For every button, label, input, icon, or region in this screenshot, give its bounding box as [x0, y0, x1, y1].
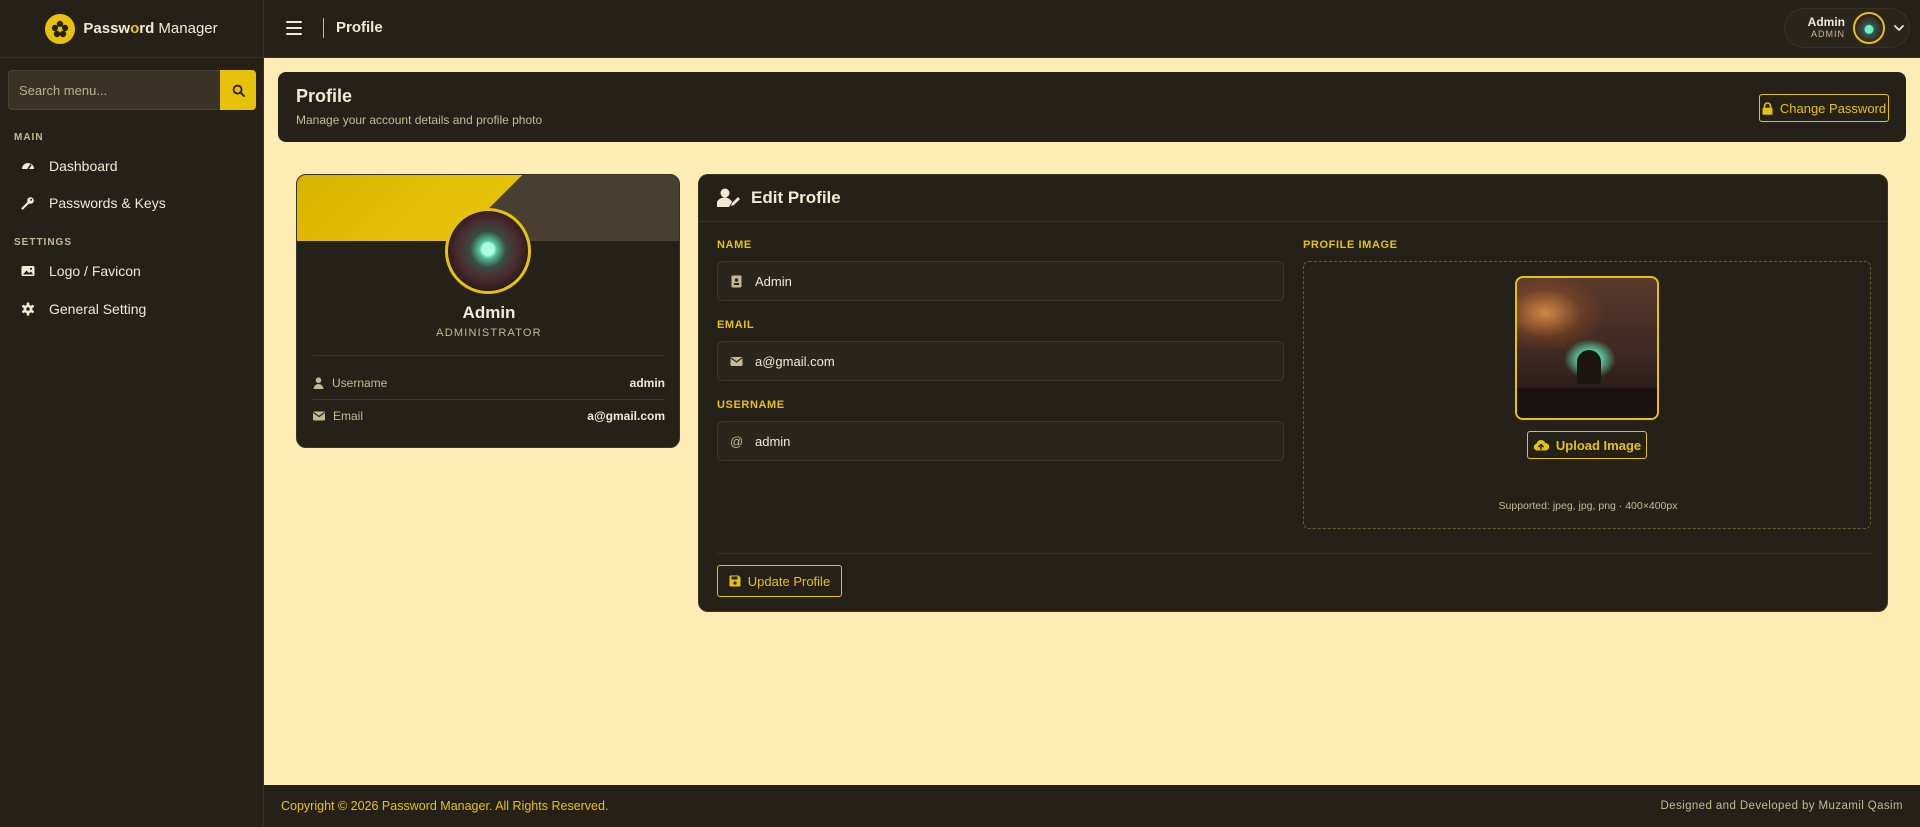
key-icon: [21, 197, 34, 210]
page-header: Profile Manage your account details and …: [278, 72, 1906, 142]
profile-role: ADMINISTRATOR: [436, 327, 542, 339]
user-meta: Admin ADMIN: [1793, 16, 1845, 39]
sidebar-item-label: General Setting: [49, 301, 147, 317]
change-password-label: Change Password: [1779, 100, 1887, 116]
sidebar-item-label: Logo / Favicon: [49, 263, 141, 279]
at-sign-icon: @: [730, 433, 744, 449]
sidebar-search: [8, 70, 256, 110]
nav-section-settings: SETTINGS: [14, 237, 73, 248]
profile-name: Admin: [462, 303, 516, 322]
profile-row-username: Username admin: [313, 373, 665, 393]
profile-avatar: [445, 208, 531, 294]
chevron-down-icon: [1894, 25, 1904, 31]
username-input[interactable]: [755, 433, 1283, 449]
profile-image-preview: [1515, 276, 1659, 420]
sidebar-item-logo-favicon[interactable]: Logo / Favicon: [0, 255, 264, 287]
email-input[interactable]: [755, 353, 1283, 369]
topbar: Profile Admin ADMIN: [264, 0, 1920, 58]
brand-logo-icon: [45, 13, 76, 44]
footer-copyright: Copyright © 2026 Password Manager. All R…: [281, 799, 609, 813]
id-card-icon: [731, 275, 742, 287]
dashboard-icon: [22, 163, 34, 170]
name-label: NAME: [717, 239, 752, 251]
profile-row-label: Username: [332, 376, 388, 390]
edit-profile-header: Edit Profile: [699, 175, 1887, 222]
cloud-upload-icon: [1533, 440, 1549, 451]
sidebar-item-passwords-keys[interactable]: Passwords & Keys: [0, 187, 264, 219]
footer: Copyright © 2026 Password Manager. All R…: [264, 785, 1920, 827]
gear-icon: [21, 302, 35, 316]
page-title: Profile: [296, 86, 353, 106]
sidebar-item-label: Passwords & Keys: [49, 195, 166, 211]
change-password-button[interactable]: Change Password: [1759, 94, 1889, 122]
topbar-divider: [323, 18, 324, 38]
nav-section-main: MAIN: [14, 132, 44, 143]
profile-divider: [313, 355, 665, 356]
user-name: Admin: [1807, 15, 1845, 30]
edit-profile-card: Edit Profile NAME EMAIL USERNAME @ PROFI…: [698, 174, 1888, 612]
profile-row-email: Email a@gmail.com: [313, 406, 665, 426]
edit-profile-title: Edit Profile: [751, 188, 841, 207]
menu-toggle-icon[interactable]: [286, 20, 302, 36]
lock-icon: [1762, 101, 1773, 115]
update-profile-button[interactable]: Update Profile: [717, 565, 842, 597]
image-format-hint: Supported: jpeg, jpg, png · 400×400px: [1498, 500, 1678, 512]
profile-row-value: admin: [629, 376, 665, 390]
user-icon: [313, 377, 324, 389]
page-subtitle: Manage your account details and profile …: [296, 113, 543, 127]
name-field: [717, 261, 1284, 301]
envelope-icon: [730, 356, 743, 366]
search-button[interactable]: [220, 70, 256, 110]
image-icon: [21, 266, 35, 276]
brand-name: Password Manager: [83, 20, 218, 37]
name-input[interactable]: [755, 273, 1283, 289]
footer-credits: Designed and Developed by Muzamil Qasim: [1660, 800, 1903, 812]
sidebar-item-label: Dashboard: [49, 158, 118, 174]
email-label: EMAIL: [717, 319, 755, 331]
profile-image-label: PROFILE IMAGE: [1303, 239, 1398, 251]
form-divider: [717, 553, 1871, 554]
envelope-icon: [313, 411, 325, 421]
username-field: @: [717, 421, 1284, 461]
topbar-title: Profile: [336, 19, 383, 36]
user-role: ADMIN: [1811, 28, 1845, 39]
profile-row-value: a@gmail.com: [587, 409, 665, 423]
username-label: USERNAME: [717, 399, 785, 411]
email-field: [717, 341, 1284, 381]
save-icon: [729, 575, 741, 587]
update-profile-label: Update Profile: [747, 573, 831, 589]
search-input[interactable]: [8, 70, 220, 110]
upload-image-button[interactable]: Upload Image: [1527, 431, 1647, 459]
profile-divider: [313, 399, 665, 400]
brand[interactable]: Password Manager: [0, 0, 263, 58]
user-menu[interactable]: Admin ADMIN: [1784, 8, 1910, 48]
profile-image-dropzone[interactable]: Upload Image Supported: jpeg, jpg, png ·…: [1303, 261, 1871, 529]
user-edit-icon: [717, 188, 740, 207]
avatar: [1853, 12, 1885, 44]
upload-image-label: Upload Image: [1555, 437, 1642, 453]
sidebar: Password Manager MAIN Dashboard Password…: [0, 0, 264, 827]
profile-row-label: Email: [333, 409, 364, 423]
search-icon: [232, 84, 245, 97]
profile-summary-card: Admin ADMINISTRATOR Username admin Email…: [296, 174, 680, 448]
sidebar-item-dashboard[interactable]: Dashboard: [0, 150, 264, 182]
sidebar-item-general-setting[interactable]: General Setting: [0, 293, 264, 325]
